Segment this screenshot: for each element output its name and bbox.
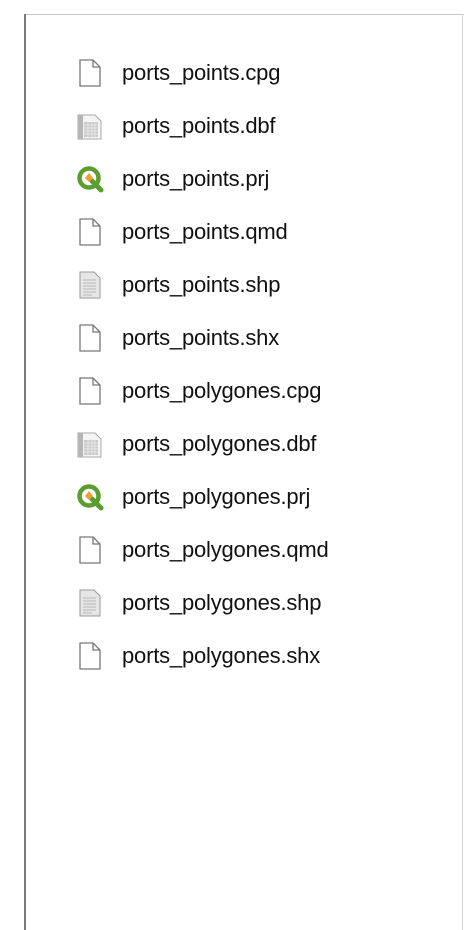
file-name: ports_polygones.dbf (122, 430, 317, 456)
table-file-icon (76, 430, 104, 458)
file-name: ports_polygones.shp (122, 589, 322, 615)
file-item[interactable]: ports_points.cpg (76, 46, 392, 99)
file-item[interactable]: ports_polygones.qmd (76, 523, 392, 576)
table-file-icon (76, 112, 104, 140)
file-item[interactable]: ports_polygones.prj (76, 470, 392, 523)
file-explorer-panel: ports_points.cpg ports_points.dbf ports_po… (0, 0, 475, 930)
qgis-icon (76, 165, 104, 193)
file-item[interactable]: ports_points.shp (76, 258, 392, 311)
file-name: ports_points.dbf (122, 112, 276, 138)
file-item[interactable]: ports_polygones.dbf (76, 417, 392, 470)
generic-file-icon (76, 641, 104, 670)
file-name: ports_polygones.prj (122, 483, 311, 509)
generic-file-icon (76, 323, 104, 352)
generic-file-icon (76, 58, 104, 87)
text-file-icon (76, 271, 104, 299)
file-name: ports_points.shx (122, 324, 279, 350)
file-item[interactable]: ports_polygones.shp (76, 576, 392, 629)
generic-file-icon (76, 376, 104, 405)
file-list: ports_points.cpg ports_points.dbf ports_po… (76, 46, 392, 682)
file-name: ports_points.cpg (122, 59, 281, 85)
file-name: ports_points.shp (122, 271, 281, 297)
qgis-icon (76, 483, 104, 511)
panel-left-border (24, 14, 26, 930)
file-item[interactable]: ports_points.dbf (76, 99, 392, 152)
file-name: ports_points.prj (122, 165, 270, 191)
file-item[interactable]: ports_polygones.shx (76, 629, 392, 682)
panel-top-border (24, 14, 464, 15)
file-name: ports_polygones.cpg (122, 377, 322, 403)
generic-file-icon (76, 535, 104, 564)
text-file-icon (76, 589, 104, 617)
generic-file-icon (76, 217, 104, 246)
file-item[interactable]: ports_points.qmd (76, 205, 392, 258)
panel-right-border (462, 14, 463, 930)
file-name: ports_polygones.qmd (122, 536, 329, 562)
file-name: ports_polygones.shx (122, 642, 320, 668)
file-item[interactable]: ports_points.prj (76, 152, 392, 205)
file-name: ports_points.qmd (122, 218, 288, 244)
file-item[interactable]: ports_points.shx (76, 311, 392, 364)
file-item[interactable]: ports_polygones.cpg (76, 364, 392, 417)
